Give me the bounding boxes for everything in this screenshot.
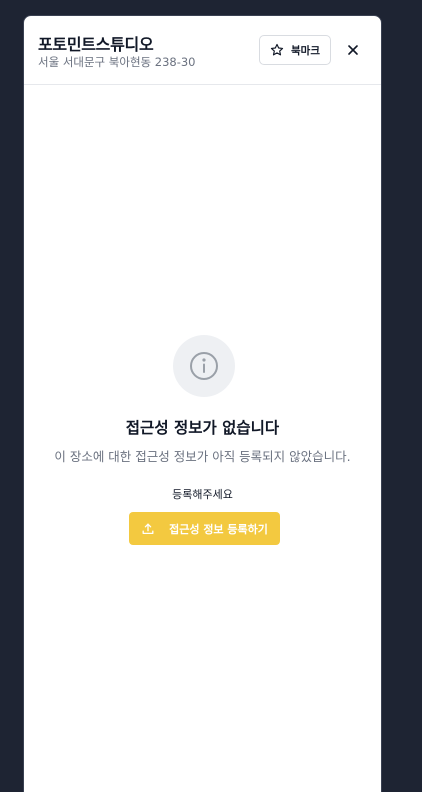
star-icon — [270, 43, 284, 56]
upload-icon — [142, 523, 154, 534]
info-icon-badge — [173, 335, 235, 397]
place-address: 서울 서대문구 북아현동 238-30 — [38, 55, 196, 69]
empty-state-description: 이 장소에 대한 접근성 정보가 아직 등록되지 않았습니다. — [54, 449, 351, 464]
empty-state-title: 접근성 정보가 없습니다 — [125, 419, 280, 437]
place-detail-panel: 포토민트스튜디오 서울 서대문구 북아현동 238-30 북마크 접근성 정보가… — [23, 15, 382, 792]
bookmark-label: 북마크 — [291, 44, 320, 57]
register-button-label: 접근성 정보 등록하기 — [169, 522, 268, 536]
close-button[interactable] — [344, 41, 362, 59]
panel-header: 포토민트스튜디오 서울 서대문구 북아현동 238-30 북마크 — [24, 16, 381, 85]
place-title: 포토민트스튜디오 — [38, 35, 154, 54]
info-icon — [190, 352, 218, 380]
register-accessibility-button[interactable]: 접근성 정보 등록하기 — [129, 512, 280, 545]
register-hint: 등록해주세요 — [172, 488, 233, 501]
close-icon — [348, 45, 358, 55]
bookmark-button[interactable]: 북마크 — [259, 35, 331, 65]
